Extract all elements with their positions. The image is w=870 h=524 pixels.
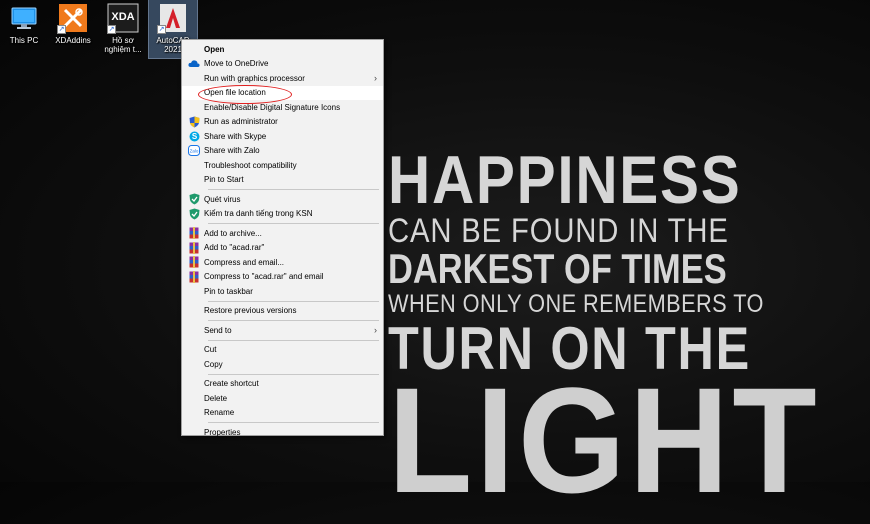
desktop-icon-label: Hồ sơ bbox=[112, 36, 134, 45]
menu-item-pin-to-start[interactable]: Pin to Start bbox=[182, 173, 383, 188]
onedrive-icon bbox=[188, 58, 200, 70]
menu-item-share-with-skype[interactable]: S Share with Skype bbox=[182, 129, 383, 144]
menu-item-properties[interactable]: Properties bbox=[182, 425, 383, 440]
quote-line: HAPPINESS bbox=[388, 142, 742, 218]
menu-item-add-to-archive[interactable]: Add to archive... bbox=[182, 226, 383, 241]
kaspersky-icon bbox=[188, 193, 200, 205]
xdaddins-icon: ↗ bbox=[57, 2, 89, 34]
menu-separator bbox=[208, 422, 379, 423]
shortcut-arrow-icon: ↗ bbox=[107, 25, 116, 34]
menu-separator bbox=[208, 320, 379, 321]
winrar-icon bbox=[188, 270, 200, 283]
desktop-icon-label: This PC bbox=[9, 36, 39, 45]
menu-separator bbox=[208, 223, 379, 224]
quote-line: LIGHT bbox=[388, 356, 821, 524]
menu-separator bbox=[208, 189, 379, 190]
menu-item-open-file-location[interactable]: Open file location bbox=[182, 85, 383, 105]
desktop-icon-label: 2021 bbox=[164, 45, 182, 54]
menu-item-troubleshoot-compatibility[interactable]: Troubleshoot compatibility bbox=[182, 158, 383, 173]
winrar-icon bbox=[188, 227, 200, 240]
shortcut-arrow-icon: ↗ bbox=[57, 25, 66, 34]
menu-item-rename[interactable]: Rename bbox=[182, 406, 383, 421]
menu-item-digital-signature[interactable]: Enable/Disable Digital Signature Icons bbox=[182, 100, 383, 115]
computer-icon bbox=[8, 2, 40, 34]
kaspersky-icon bbox=[188, 208, 200, 220]
menu-separator bbox=[208, 339, 379, 341]
quote-line: WHEN ONLY ONE REMEMBERS TO bbox=[388, 290, 764, 318]
winrar-icon bbox=[188, 241, 200, 254]
shield-icon bbox=[188, 116, 200, 128]
shortcut-arrow-icon: ↗ bbox=[157, 25, 166, 34]
menu-item-scan-virus[interactable]: Quét virus bbox=[182, 192, 383, 207]
quote-line: DARKEST OF TIMES bbox=[388, 245, 727, 292]
menu-item-cut[interactable]: Cut bbox=[182, 343, 383, 358]
menu-item-run-with-graphics-processor[interactable]: Run with graphics processor › bbox=[182, 71, 383, 86]
menu-item-pin-to-taskbar[interactable]: Pin to taskbar bbox=[182, 284, 383, 299]
desktop-icon-ho-so[interactable]: XDA ↗ Hồ sơ nghiệm t... bbox=[99, 0, 147, 58]
menu-item-compress-and-email[interactable]: Compress and email... bbox=[182, 255, 383, 270]
desktop-icon-xdaddins[interactable]: ↗ XDAddins bbox=[49, 0, 97, 58]
menu-item-share-with-zalo[interactable]: Zalo Share with Zalo bbox=[182, 144, 383, 159]
zalo-icon: Zalo bbox=[188, 145, 200, 157]
menu-item-run-as-administrator[interactable]: Run as administrator bbox=[182, 115, 383, 130]
chevron-right-icon: › bbox=[374, 325, 377, 335]
wallpaper-quote: HAPPINESS CAN BE FOUND IN THE DARKEST OF… bbox=[388, 146, 868, 515]
context-menu: Open Move to OneDrive Run with graphics … bbox=[181, 39, 384, 437]
menu-item-delete[interactable]: Delete bbox=[182, 391, 383, 406]
menu-separator bbox=[208, 300, 379, 302]
xda-badge-text: XDA bbox=[111, 11, 135, 23]
xda-icon: XDA ↗ bbox=[107, 2, 139, 34]
chevron-right-icon: › bbox=[374, 73, 377, 83]
menu-item-compress-to-acad-rar-and-email[interactable]: Compress to "acad.rar" and email bbox=[182, 270, 383, 285]
menu-item-ksn-reputation[interactable]: Kiểm tra danh tiếng trong KSN bbox=[182, 207, 383, 222]
desktop-icon-this-pc[interactable]: This PC bbox=[0, 0, 48, 58]
desktop-icon-label: nghiệm t... bbox=[104, 45, 142, 54]
menu-item-copy[interactable]: Copy bbox=[182, 357, 383, 372]
menu-item-move-to-onedrive[interactable]: Move to OneDrive bbox=[182, 57, 383, 72]
menu-item-open[interactable]: Open bbox=[182, 42, 383, 57]
menu-item-create-shortcut[interactable]: Create shortcut bbox=[182, 377, 383, 392]
skype-icon: S bbox=[188, 130, 200, 142]
menu-item-add-to-acad-rar[interactable]: Add to "acad.rar" bbox=[182, 241, 383, 256]
svg-text:Zalo: Zalo bbox=[190, 149, 199, 154]
winrar-icon bbox=[188, 256, 200, 269]
desktop-icon-label: XDAddins bbox=[55, 36, 91, 45]
menu-separator bbox=[208, 373, 379, 375]
quote-line: CAN BE FOUND IN THE bbox=[388, 212, 729, 250]
autocad-icon: ↗ bbox=[157, 2, 189, 34]
menu-item-restore-previous-versions[interactable]: Restore previous versions bbox=[182, 304, 383, 319]
menu-item-send-to[interactable]: Send to › bbox=[182, 323, 383, 338]
svg-text:S: S bbox=[191, 132, 197, 141]
